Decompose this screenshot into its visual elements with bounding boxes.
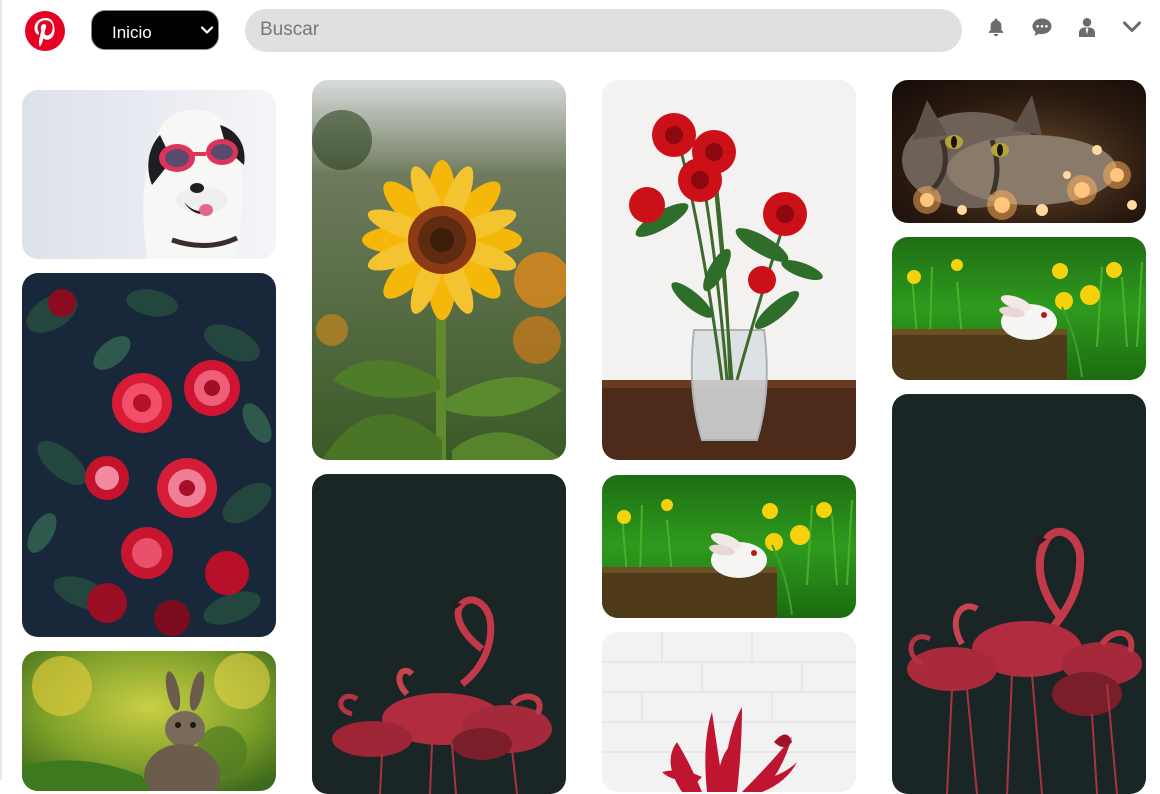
pin-card-cat-lights[interactable]	[892, 80, 1146, 223]
white-bunny-dandelions-image	[602, 475, 856, 618]
flamingos-image	[312, 474, 566, 794]
home-select[interactable]: Inicio	[91, 10, 219, 50]
pin-card-dog-sunglasses[interactable]	[22, 90, 276, 259]
chevron-down-icon	[200, 26, 214, 34]
wild-rabbit-image	[22, 651, 276, 791]
pin-card-red-roses[interactable]	[22, 273, 276, 637]
sunflower-image	[312, 80, 566, 460]
bell-icon[interactable]	[985, 16, 1007, 38]
pin-card-bunny-dandelions[interactable]	[602, 475, 856, 618]
chevron-down-icon[interactable]	[1121, 16, 1143, 38]
pin-card-roses-vase[interactable]	[602, 80, 856, 460]
search-bar[interactable]	[245, 9, 962, 52]
pin-card-sunflower[interactable]	[312, 80, 566, 460]
pin-card-bunny-dandelions-2[interactable]	[892, 237, 1146, 380]
red-lilies-image	[602, 632, 856, 792]
flamingos-image	[892, 394, 1146, 794]
pinterest-logo[interactable]	[24, 10, 66, 52]
top-navigation-bar: Inicio	[2, 0, 1160, 64]
pin-card-flamingos[interactable]	[312, 474, 566, 794]
cat-with-lights-image	[892, 80, 1146, 223]
pin-card-wild-rabbit[interactable]	[22, 651, 276, 791]
chat-bubble-icon[interactable]	[1031, 16, 1053, 38]
dog-with-sunglasses-image	[22, 90, 276, 259]
white-bunny-dandelions-image	[892, 237, 1146, 380]
red-roses-bush-image	[22, 273, 276, 637]
roses-in-vase-image	[602, 80, 856, 460]
user-icon[interactable]	[1076, 16, 1098, 38]
pin-card-flamingos-2[interactable]	[892, 394, 1146, 794]
search-input[interactable]	[260, 19, 940, 41]
pin-card-red-lilies[interactable]	[602, 632, 856, 792]
home-select-label: Inicio	[112, 23, 152, 42]
